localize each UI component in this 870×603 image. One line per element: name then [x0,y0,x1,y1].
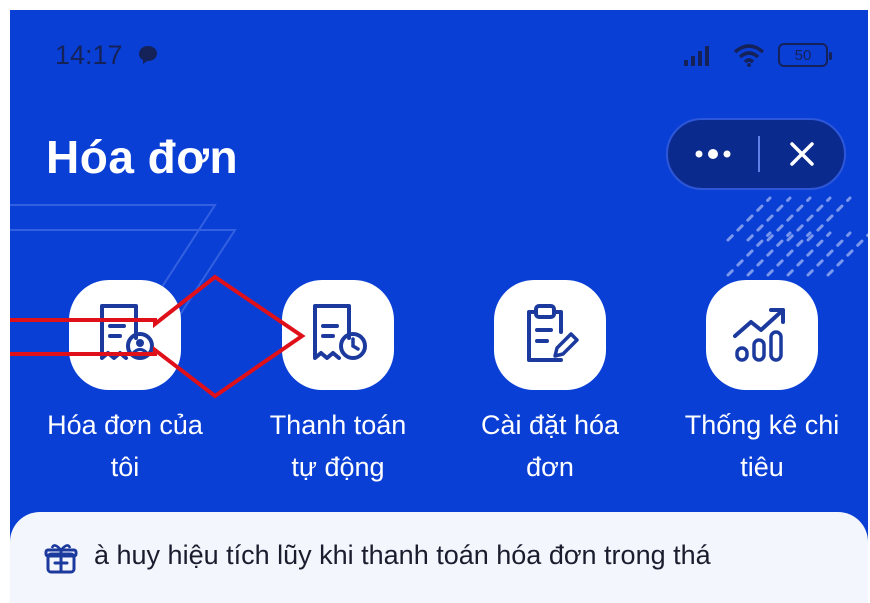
menu-label-line: tiêu [740,452,784,482]
app-screen: 14:17 50 Hóa đơn Hóa đơn của tôi Thanh t… [10,10,868,603]
page-title: Hóa đơn [46,131,239,183]
menu-label: Cài đặt hóa đơn [450,404,650,488]
menu-item-bill-settings[interactable]: Cài đặt hóa đơn [450,280,650,488]
menu-item-auto-pay[interactable]: Thanh toán tự động [238,280,438,488]
menu-label-line: Cài đặt hóa [480,410,620,440]
menu-label: Hóa đơn của tôi [25,404,225,488]
messenger-icon [138,46,157,64]
menu-item-spending-stats[interactable]: Thống kê chi tiêu [662,280,862,488]
close-button[interactable] [760,120,844,188]
mini-app-capsule [666,118,846,190]
status-time: 14:17 [55,39,123,70]
menu-icon-tile [69,280,181,390]
menu-label-line: tự động [291,452,385,482]
more-button[interactable] [668,120,758,188]
promo-banner[interactable]: à huy hiệu tích lũy khi thanh toán hóa đ… [10,512,868,603]
feature-menu: Hóa đơn của tôi Thanh toán tự động Cài đ… [10,280,868,500]
signal-icon [684,46,709,66]
receipt-clock-icon [313,304,367,360]
menu-item-my-bills[interactable]: Hóa đơn của tôi [25,280,225,488]
close-icon [790,142,814,166]
menu-icon-tile [494,280,606,390]
wifi-icon [733,44,765,67]
battery-indicator: 50 [778,43,832,67]
clipboard-edit-icon [527,304,579,362]
status-indicators: 50 [682,42,832,68]
menu-icon-tile [282,280,394,390]
menu-label-line: tôi [110,452,140,482]
receipt-user-icon [100,304,154,360]
menu-label-line: Thanh toán [269,410,407,440]
more-dots-icon [695,149,731,159]
bar-chart-trend-icon [733,308,785,362]
menu-label: Thanh toán tự động [238,404,438,488]
menu-label-line: Hóa đơn của [47,410,203,440]
promo-text: à huy hiệu tích lũy khi thanh toán hóa đ… [94,540,711,570]
menu-icon-tile [706,280,818,390]
status-bar: 14:17 50 [10,10,868,100]
menu-label: Thống kê chi tiêu [662,404,862,488]
menu-label-line: Thống kê chi [684,410,840,440]
menu-label-line: đơn [526,452,574,482]
gift-icon [44,544,78,574]
